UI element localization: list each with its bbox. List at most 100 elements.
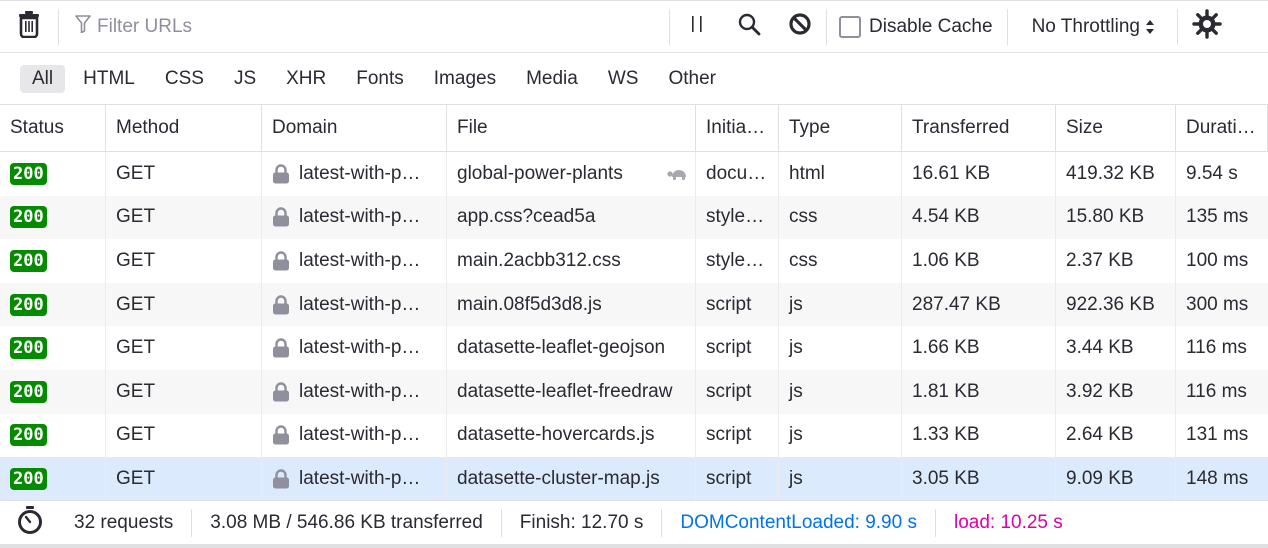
method-cell: GET [106, 326, 262, 370]
domain-cell: latest-with-p… [262, 152, 447, 196]
file-text: datasette-cluster-map.js [457, 467, 660, 489]
duration-cell: 148 ms [1186, 467, 1249, 489]
disable-cache-label: Disable Cache [869, 15, 993, 37]
performance-analysis-button[interactable] [0, 499, 60, 547]
filter-icon [75, 14, 91, 39]
transferred-cell: 1.33 KB [902, 413, 1056, 458]
file-cell: datasette-cluster-map.js [447, 457, 696, 501]
lock-icon [272, 164, 290, 184]
status-cell: 200 [0, 326, 106, 370]
tab-css[interactable]: CSS [153, 65, 216, 93]
table-row[interactable]: 200 GET latest-with-p… datasette-leaflet… [0, 326, 1268, 370]
table-row[interactable]: 200 GET latest-with-p… app.css?cead5a st… [0, 195, 1268, 240]
domain-text: latest-with-p… [299, 162, 421, 184]
type-cell: js [779, 326, 902, 370]
initiator-cell: style… [696, 195, 779, 240]
request-count: 32 requests [74, 511, 174, 533]
column-header-status[interactable]: Status [0, 105, 106, 151]
column-header-file[interactable]: File [447, 105, 696, 151]
status-cell: 200 [0, 239, 106, 283]
file-cell: global-power-plants [447, 152, 696, 196]
domain-text: latest-with-p… [299, 380, 421, 402]
tab-js[interactable]: JS [222, 65, 268, 93]
transferred-cell: 3.05 KB [902, 457, 1056, 501]
table-row[interactable]: 200 GET latest-with-p… main.2acbb312.css… [0, 239, 1268, 283]
tab-other[interactable]: Other [656, 65, 728, 93]
initiator-cell: script [696, 369, 779, 414]
search-button[interactable] [724, 1, 774, 53]
column-header-size[interactable]: Size [1056, 105, 1176, 151]
size-cell: 9.09 KB [1056, 457, 1176, 501]
initiator-cell: script [696, 457, 779, 501]
lock-icon [272, 207, 290, 227]
column-header-initiator[interactable]: Initia… [696, 105, 779, 151]
status-badge: 200 [10, 467, 47, 490]
table-row[interactable]: 200 GET latest-with-p… datasette-leaflet… [0, 369, 1268, 414]
method-cell: GET [106, 195, 262, 240]
tab-media[interactable]: Media [514, 65, 590, 93]
column-header-type[interactable]: Type [779, 105, 902, 151]
status-badge: 200 [10, 293, 47, 316]
throttling-select[interactable]: No Throttling [1008, 1, 1177, 53]
column-header-method[interactable]: Method [106, 105, 262, 151]
tab-xhr[interactable]: XHR [274, 65, 338, 93]
disable-cache-checkbox[interactable] [839, 15, 861, 38]
throttling-value: No Throttling [1031, 15, 1141, 37]
status-cell: 200 [0, 369, 106, 414]
column-header-duration[interactable]: Durati… [1176, 105, 1268, 151]
size-cell: 15.80 KB [1056, 195, 1176, 240]
size-cell: 419.32 KB [1056, 152, 1176, 196]
domain-cell: latest-with-p… [262, 282, 447, 327]
method-cell: GET [106, 457, 262, 501]
file-text: datasette-hovercards.js [457, 424, 655, 446]
pause-button[interactable] [670, 1, 724, 53]
duration-cell: 300 ms [1186, 293, 1249, 315]
domain-text: latest-with-p… [299, 337, 421, 359]
domain-cell: latest-with-p… [262, 413, 447, 458]
status-cell: 200 [0, 413, 106, 458]
table-row[interactable]: 200 GET latest-with-p… main.08f5d3d8.js … [0, 282, 1268, 327]
tab-images[interactable]: Images [422, 65, 508, 93]
requests-table: Status Method Domain File Initia… Type T… [0, 105, 1268, 501]
initiator-cell: script [696, 326, 779, 370]
initiator-cell: docu… [696, 152, 779, 196]
stopwatch-icon [16, 505, 44, 541]
table-row[interactable]: 200 GET latest-with-p… datasette-cluster… [0, 457, 1268, 501]
column-header-domain[interactable]: Domain [262, 105, 447, 151]
request-blocking-button[interactable] [774, 1, 826, 53]
clear-button[interactable] [0, 1, 58, 53]
table-row[interactable]: 200 GET latest-with-p… global-power-plan… [0, 152, 1268, 196]
lock-icon [272, 294, 290, 315]
method-cell: GET [106, 369, 262, 414]
filter-urls-field[interactable] [59, 1, 669, 53]
domain-cell: latest-with-p… [262, 239, 447, 283]
transferred-cell: 1.66 KB [902, 326, 1056, 370]
tab-all[interactable]: All [20, 64, 66, 93]
slow-request-turtle-icon [667, 167, 689, 181]
tab-fonts[interactable]: Fonts [344, 65, 416, 93]
lock-icon [272, 338, 290, 358]
duration-cell: 131 ms [1186, 424, 1249, 446]
method-cell: GET [106, 413, 262, 458]
filter-urls-input[interactable] [97, 15, 657, 38]
file-text: global-power-plants [457, 162, 623, 184]
column-header-transferred[interactable]: Transferred [902, 105, 1056, 151]
status-cell: 200 [0, 195, 106, 240]
network-toolbar: Disable Cache No Throttling [0, 0, 1268, 53]
request-type-tabs: All HTML CSS JS XHR Fonts Images Media W… [0, 53, 1268, 105]
status-badge: 200 [10, 249, 47, 272]
domain-text: latest-with-p… [299, 293, 421, 315]
tab-html[interactable]: HTML [71, 65, 147, 93]
settings-button[interactable] [1178, 1, 1236, 53]
domain-text: latest-with-p… [299, 249, 421, 271]
tab-ws[interactable]: WS [596, 65, 651, 93]
file-text: datasette-leaflet-geojson [457, 337, 666, 359]
load-time: load: 10.25 s [953, 511, 1063, 533]
initiator-cell: style… [696, 239, 779, 283]
table-row[interactable]: 200 GET latest-with-p… datasette-hoverca… [0, 413, 1268, 458]
disable-cache-toggle[interactable]: Disable Cache [827, 1, 1007, 53]
status-badge: 200 [10, 206, 47, 229]
type-cell: css [779, 239, 902, 283]
initiator-cell: script [696, 282, 779, 327]
status-badge: 200 [10, 380, 47, 403]
